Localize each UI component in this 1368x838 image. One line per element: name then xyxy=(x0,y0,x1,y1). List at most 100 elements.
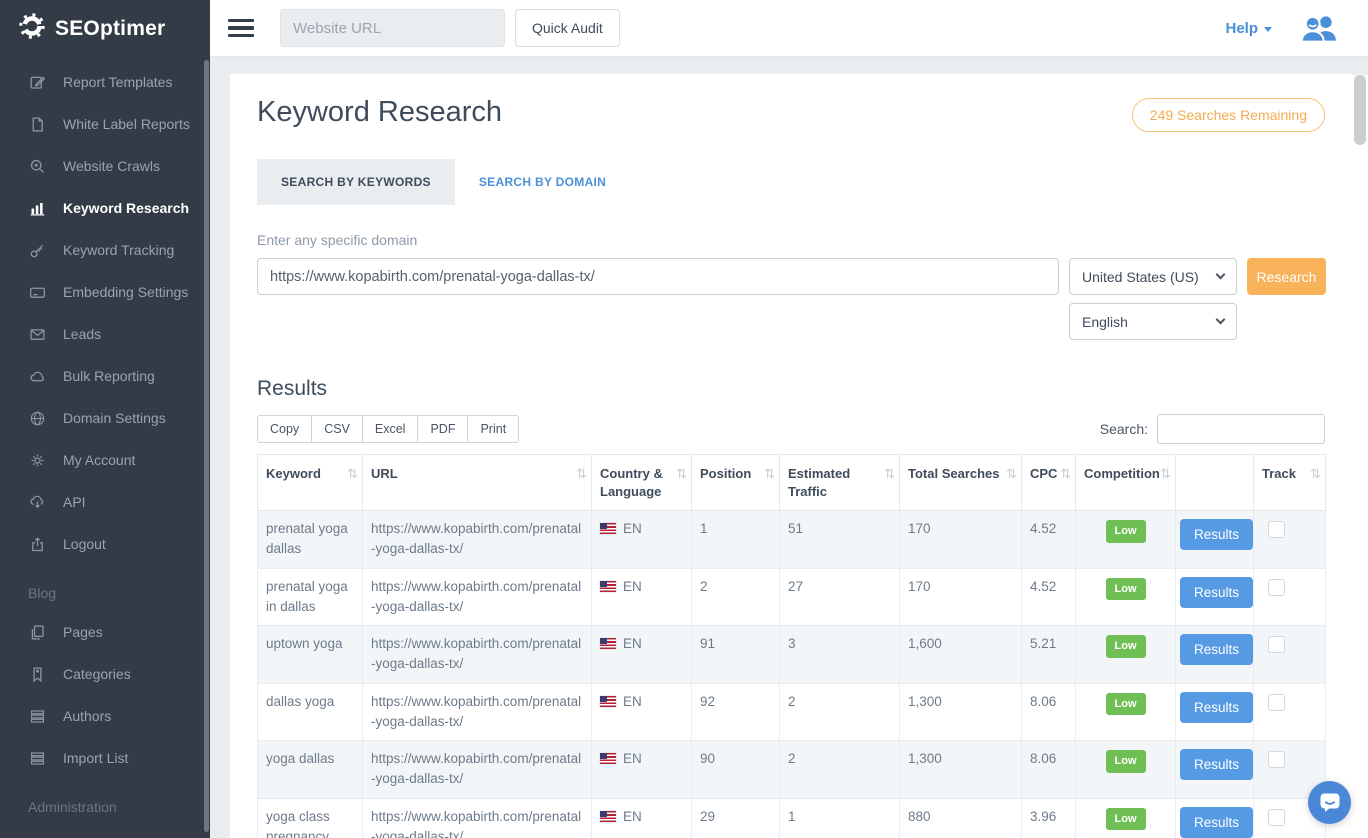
country-cell: EN xyxy=(592,511,692,569)
keyword-cell: prenatal yoga dallas xyxy=(258,511,363,569)
main-column: Quick Audit Help Keyword Research 249 Se… xyxy=(210,0,1368,838)
track-checkbox[interactable] xyxy=(1268,521,1285,538)
sidebar-item-keyword-research[interactable]: Keyword Research xyxy=(0,187,210,229)
sidebar-item-categories[interactable]: Categories xyxy=(0,653,210,695)
country-select[interactable]: United States (US) xyxy=(1069,258,1237,295)
col-header-country-language[interactable]: Country & Language⇅ xyxy=(592,455,692,511)
app-root: SEOptimer Report Templates White Label R… xyxy=(0,0,1368,838)
col-header-total-searches[interactable]: Total Searches⇅ xyxy=(900,455,1022,511)
competition-cell: Low xyxy=(1076,683,1176,741)
col-header-track[interactable]: Track⇅ xyxy=(1254,455,1326,511)
sidebar-item-domain-settings[interactable]: Domain Settings xyxy=(0,397,210,439)
sidebar-item-label: Domain Settings xyxy=(63,410,166,426)
track-checkbox[interactable] xyxy=(1268,809,1285,826)
language-code: EN xyxy=(623,521,642,536)
col-header-estimated-traffic[interactable]: Estimated Traffic⇅ xyxy=(780,455,900,511)
position-cell: 1 xyxy=(692,511,780,569)
keyword-cell: yoga class pregnancy xyxy=(258,798,363,838)
help-menu[interactable]: Help xyxy=(1225,20,1272,37)
country-selected-value: United States (US) xyxy=(1082,269,1199,285)
sidebar-item-bulk-reporting[interactable]: Bulk Reporting xyxy=(0,355,210,397)
sidebar-item-my-account[interactable]: My Account xyxy=(0,439,210,481)
tab-search-by-keywords[interactable]: SEARCH BY KEYWORDS xyxy=(257,159,455,205)
sidebar-item-logout[interactable]: Logout xyxy=(0,523,210,565)
scrollbar-thumb[interactable] xyxy=(1354,75,1366,145)
language-code: EN xyxy=(623,636,642,651)
position-cell: 90 xyxy=(692,741,780,799)
sidebar-item-pages[interactable]: Pages xyxy=(0,611,210,653)
position-cell: 92 xyxy=(692,683,780,741)
col-header-keyword[interactable]: Keyword⇅ xyxy=(258,455,363,511)
sidebar-item-leads[interactable]: Leads xyxy=(0,313,210,355)
domain-input[interactable] xyxy=(257,258,1059,295)
sidebar-item-api[interactable]: API xyxy=(0,481,210,523)
gear-icon xyxy=(28,451,47,469)
print-button[interactable]: Print xyxy=(467,415,519,443)
sidebar-item-authors[interactable]: Authors xyxy=(0,695,210,737)
sidebar-item-label: Report Templates xyxy=(63,74,172,90)
research-button[interactable]: Research xyxy=(1247,258,1326,295)
results-button[interactable]: Results xyxy=(1180,519,1253,550)
sidebar-item-embedding-settings[interactable]: Embedding Settings xyxy=(0,271,210,313)
globe-icon xyxy=(28,409,47,427)
sidebar-nav: Report Templates White Label Reports Web… xyxy=(0,57,210,825)
results-button[interactable]: Results xyxy=(1180,577,1253,608)
total-searches-cell: 170 xyxy=(900,568,1022,626)
results-button[interactable]: Results xyxy=(1180,807,1253,838)
us-flag-icon xyxy=(600,523,616,534)
sidebar-item-website-crawls[interactable]: Website Crawls xyxy=(0,145,210,187)
results-button[interactable]: Results xyxy=(1180,634,1253,665)
total-searches-cell: 170 xyxy=(900,511,1022,569)
sidebar-item-report-templates[interactable]: Report Templates xyxy=(0,61,210,103)
col-header-competition[interactable]: Competition⇅ xyxy=(1076,455,1176,511)
col-header-url[interactable]: URL⇅ xyxy=(363,455,592,511)
table-row: dallas yoga https://www.kopabirth.com/pr… xyxy=(258,683,1326,741)
sidebar-item-label: Embedding Settings xyxy=(63,284,188,300)
zoom-plus-icon xyxy=(28,157,47,175)
sidebar-scrollbar[interactable] xyxy=(204,60,209,832)
table-search-input[interactable] xyxy=(1157,414,1325,444)
pages-icon xyxy=(28,623,47,641)
chevron-down-icon xyxy=(1216,315,1226,325)
embed-card-icon xyxy=(28,283,47,301)
pdf-button[interactable]: PDF xyxy=(417,415,468,443)
tab-search-by-domain[interactable]: SEARCH BY DOMAIN xyxy=(455,159,630,205)
us-flag-icon xyxy=(600,811,616,822)
language-select[interactable]: English xyxy=(1069,303,1237,340)
col-header-cpc[interactable]: CPC⇅ xyxy=(1022,455,1076,511)
brand-logo[interactable]: SEOptimer xyxy=(0,0,210,57)
csv-button[interactable]: CSV xyxy=(311,415,363,443)
results-button[interactable]: Results xyxy=(1180,692,1253,723)
quick-audit-button[interactable]: Quick Audit xyxy=(515,9,620,47)
track-checkbox[interactable] xyxy=(1268,751,1285,768)
chat-bubble-button[interactable] xyxy=(1308,781,1351,824)
track-checkbox[interactable] xyxy=(1268,636,1285,653)
track-checkbox[interactable] xyxy=(1268,694,1285,711)
file-icon xyxy=(28,115,47,133)
estimated-traffic-cell: 1 xyxy=(780,798,900,838)
website-url-input[interactable] xyxy=(280,9,505,47)
competition-cell: Low xyxy=(1076,511,1176,569)
language-code: EN xyxy=(623,751,642,766)
cloud-download-icon xyxy=(28,493,47,511)
users-icon[interactable] xyxy=(1300,13,1338,43)
search-tabs: SEARCH BY KEYWORDS SEARCH BY DOMAIN xyxy=(257,159,1325,205)
results-button[interactable]: Results xyxy=(1180,749,1253,780)
cloud-icon xyxy=(28,367,47,385)
sidebar-item-import-list[interactable]: Import List xyxy=(0,737,210,779)
hamburger-menu-icon[interactable] xyxy=(228,15,254,42)
col-header-position[interactable]: Position⇅ xyxy=(692,455,780,511)
sidebar-item-keyword-tracking[interactable]: Keyword Tracking xyxy=(0,229,210,271)
track-checkbox[interactable] xyxy=(1268,579,1285,596)
position-cell: 2 xyxy=(692,568,780,626)
sidebar-item-white-label-reports[interactable]: White Label Reports xyxy=(0,103,210,145)
research-form: United States (US) Research English xyxy=(257,258,1325,340)
estimated-traffic-cell: 2 xyxy=(780,683,900,741)
copy-button[interactable]: Copy xyxy=(257,415,312,443)
language-code: EN xyxy=(623,694,642,709)
excel-button[interactable]: Excel xyxy=(362,415,419,443)
table-row: prenatal yoga dallas https://www.kopabir… xyxy=(258,511,1326,569)
competition-badge: Low xyxy=(1106,750,1146,773)
page-scrollbar[interactable] xyxy=(1352,75,1368,838)
topbar: Quick Audit Help xyxy=(210,0,1368,57)
